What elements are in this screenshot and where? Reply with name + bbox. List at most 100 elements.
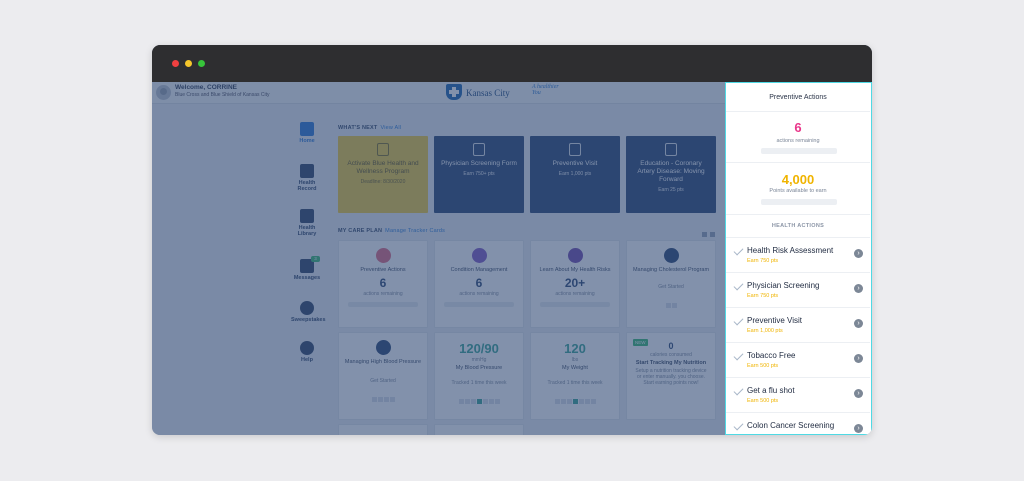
card-title: My Blood Pressure <box>455 365 503 371</box>
divider <box>726 162 870 163</box>
close-window-button[interactable] <box>172 60 179 67</box>
care-plan-heading: MY CARE PLAN Manage Tracker Cards <box>338 228 445 234</box>
maximize-window-button[interactable] <box>198 60 205 67</box>
panel-title: Preventive Actions <box>769 94 827 101</box>
health-action-row[interactable]: Preventive Visit Earn 1,000 pts › <box>726 307 870 342</box>
care-plan-card[interactable] <box>434 424 524 435</box>
nav-health-library[interactable]: Health Library <box>291 209 323 237</box>
chevron-right-icon[interactable]: › <box>854 354 863 363</box>
card-subtitle: Tracked 1 time this week <box>547 379 603 386</box>
manage-tracker-cards-link[interactable]: Manage Tracker Cards <box>385 228 445 234</box>
whats-next-heading: WHAT'S NEXT View All <box>338 125 401 131</box>
minimize-window-button[interactable] <box>185 60 192 67</box>
action-points: Earn 750 pts <box>747 293 779 299</box>
stethoscope-icon <box>473 143 485 156</box>
progress-dots <box>531 391 619 404</box>
document-icon <box>377 143 389 156</box>
card-subtitle: actions remaining <box>459 290 499 297</box>
chevron-right-icon[interactable]: › <box>854 424 863 433</box>
nav-label: Health Record <box>297 180 317 192</box>
health-actions-heading: HEALTH ACTIONS <box>771 223 825 229</box>
card-unit: mmHg <box>471 357 487 363</box>
whats-next-card[interactable]: Education - Coronary Artery Disease: Mov… <box>626 136 716 213</box>
nav-sweepstakes[interactable]: Sweepstakes <box>291 301 326 323</box>
get-started-link[interactable]: Get Started <box>339 378 427 384</box>
health-action-row[interactable]: Health Risk Assessment Earn 750 pts › <box>726 237 870 272</box>
points-available: 4,000 <box>781 172 815 187</box>
action-points: Earn 500 pts <box>747 363 779 369</box>
welcome-text: Welcome, CORRINE <box>175 84 238 91</box>
health-action-row[interactable]: Physician Screening Earn 750 pts › <box>726 272 870 307</box>
action-title: Physician Screening <box>747 281 820 290</box>
care-plan-card[interactable]: 120/90 mmHg My Blood Pressure Tracked 1 … <box>434 332 524 420</box>
health-action-row[interactable]: Tobacco Free Earn 500 pts › <box>726 342 870 377</box>
nav-label: Sweepstakes <box>291 317 326 323</box>
care-plan-card[interactable]: Preventive Actions 6 actions remaining <box>338 240 428 328</box>
chevron-right-icon[interactable]: › <box>854 249 863 258</box>
card-unit: calories consumed <box>650 352 692 358</box>
section-title: MY CARE PLAN <box>338 228 383 234</box>
checklist-icon <box>375 248 391 263</box>
whats-next-card[interactable]: Physician Screening Form Earn 750+ pts <box>434 136 524 213</box>
care-plan-card[interactable]: NEW 0 calories consumed Start Tracking M… <box>626 332 716 420</box>
nav-home[interactable]: Home <box>291 122 323 144</box>
new-badge: NEW <box>633 339 648 346</box>
card-subtitle: Tracked 1 time this week <box>451 379 507 386</box>
nav-label: Health Library <box>297 225 317 237</box>
avatar[interactable] <box>156 85 171 100</box>
chevron-right-icon[interactable]: › <box>854 284 863 293</box>
card-subtitle: Earn 750+ pts <box>463 171 495 177</box>
card-title: Education - Coronary Artery Disease: Mov… <box>637 160 705 183</box>
card-title: Preventive Actions <box>360 267 406 273</box>
card-value: 120 <box>564 341 586 356</box>
check-icon <box>733 280 744 291</box>
book-icon <box>567 248 583 263</box>
chevron-right-icon[interactable]: › <box>854 389 863 398</box>
window-titlebar <box>152 45 872 82</box>
check-icon <box>733 420 744 431</box>
list-view-icon[interactable] <box>710 232 715 237</box>
book-icon <box>300 209 314 223</box>
divider <box>726 214 870 215</box>
card-title: Activate Blue Health and Wellness Progra… <box>347 160 419 175</box>
action-title: Get a flu shot <box>747 386 795 395</box>
action-points: Earn 500 pts <box>747 398 779 404</box>
logo-text: Kansas City <box>466 88 510 98</box>
card-title: Condition Management <box>450 267 508 273</box>
card-subtitle: Setup a nutrition tracking device or ent… <box>635 367 707 386</box>
clipboard-icon <box>569 143 581 156</box>
nav-messages[interactable]: 3 Messages <box>291 256 323 281</box>
care-plan-card[interactable] <box>338 424 428 435</box>
card-subtitle: Earn 25 pts <box>658 187 684 193</box>
whats-next-card[interactable]: Preventive Visit Earn 1,000 pts <box>530 136 620 213</box>
card-value: 6 <box>379 275 387 290</box>
whats-next-card[interactable]: Activate Blue Health and Wellness Progra… <box>338 136 428 213</box>
timer-icon <box>663 248 679 263</box>
health-action-row[interactable]: Colon Cancer Screening › <box>726 412 870 434</box>
grid-view-icon[interactable] <box>702 232 707 237</box>
card-title: Start Tracking My Nutrition <box>635 360 707 366</box>
care-plan-card[interactable]: 120 lbs My Weight Tracked 1 time this we… <box>530 332 620 420</box>
care-plan-card[interactable]: Managing Cholesterol Program Get Started <box>626 240 716 328</box>
card-title: Learn About My Health Risks <box>539 267 611 273</box>
health-action-row[interactable]: Get a flu shot Earn 500 pts › <box>726 377 870 412</box>
card-subtitle: actions remaining <box>363 290 403 297</box>
chevron-right-icon[interactable]: › <box>854 319 863 328</box>
care-plan-card[interactable]: Learn About My Health Risks 20+ actions … <box>530 240 620 328</box>
bcbs-logo-icon <box>446 84 462 100</box>
action-points: Earn 1,000 pts <box>747 328 783 334</box>
actions-remaining-count: 6 <box>794 120 802 135</box>
nav-label: Home <box>299 138 315 144</box>
view-all-link[interactable]: View All <box>380 125 401 131</box>
get-started-link[interactable]: Get Started <box>627 284 715 290</box>
card-value: 6 <box>475 275 483 290</box>
star-icon <box>300 301 314 315</box>
card-title: Preventive Visit <box>552 160 598 167</box>
care-plan-card[interactable]: Managing High Blood Pressure Get Started <box>338 332 428 420</box>
nav-health-record[interactable]: Health Record <box>291 164 323 192</box>
care-plan-card[interactable]: Condition Management 6 actions remaining <box>434 240 524 328</box>
action-title: Tobacco Free <box>747 351 796 360</box>
card-value: 20+ <box>564 275 586 290</box>
nav-help[interactable]: Help <box>291 341 323 363</box>
healthier-you-logo: A healthier You <box>532 84 559 96</box>
